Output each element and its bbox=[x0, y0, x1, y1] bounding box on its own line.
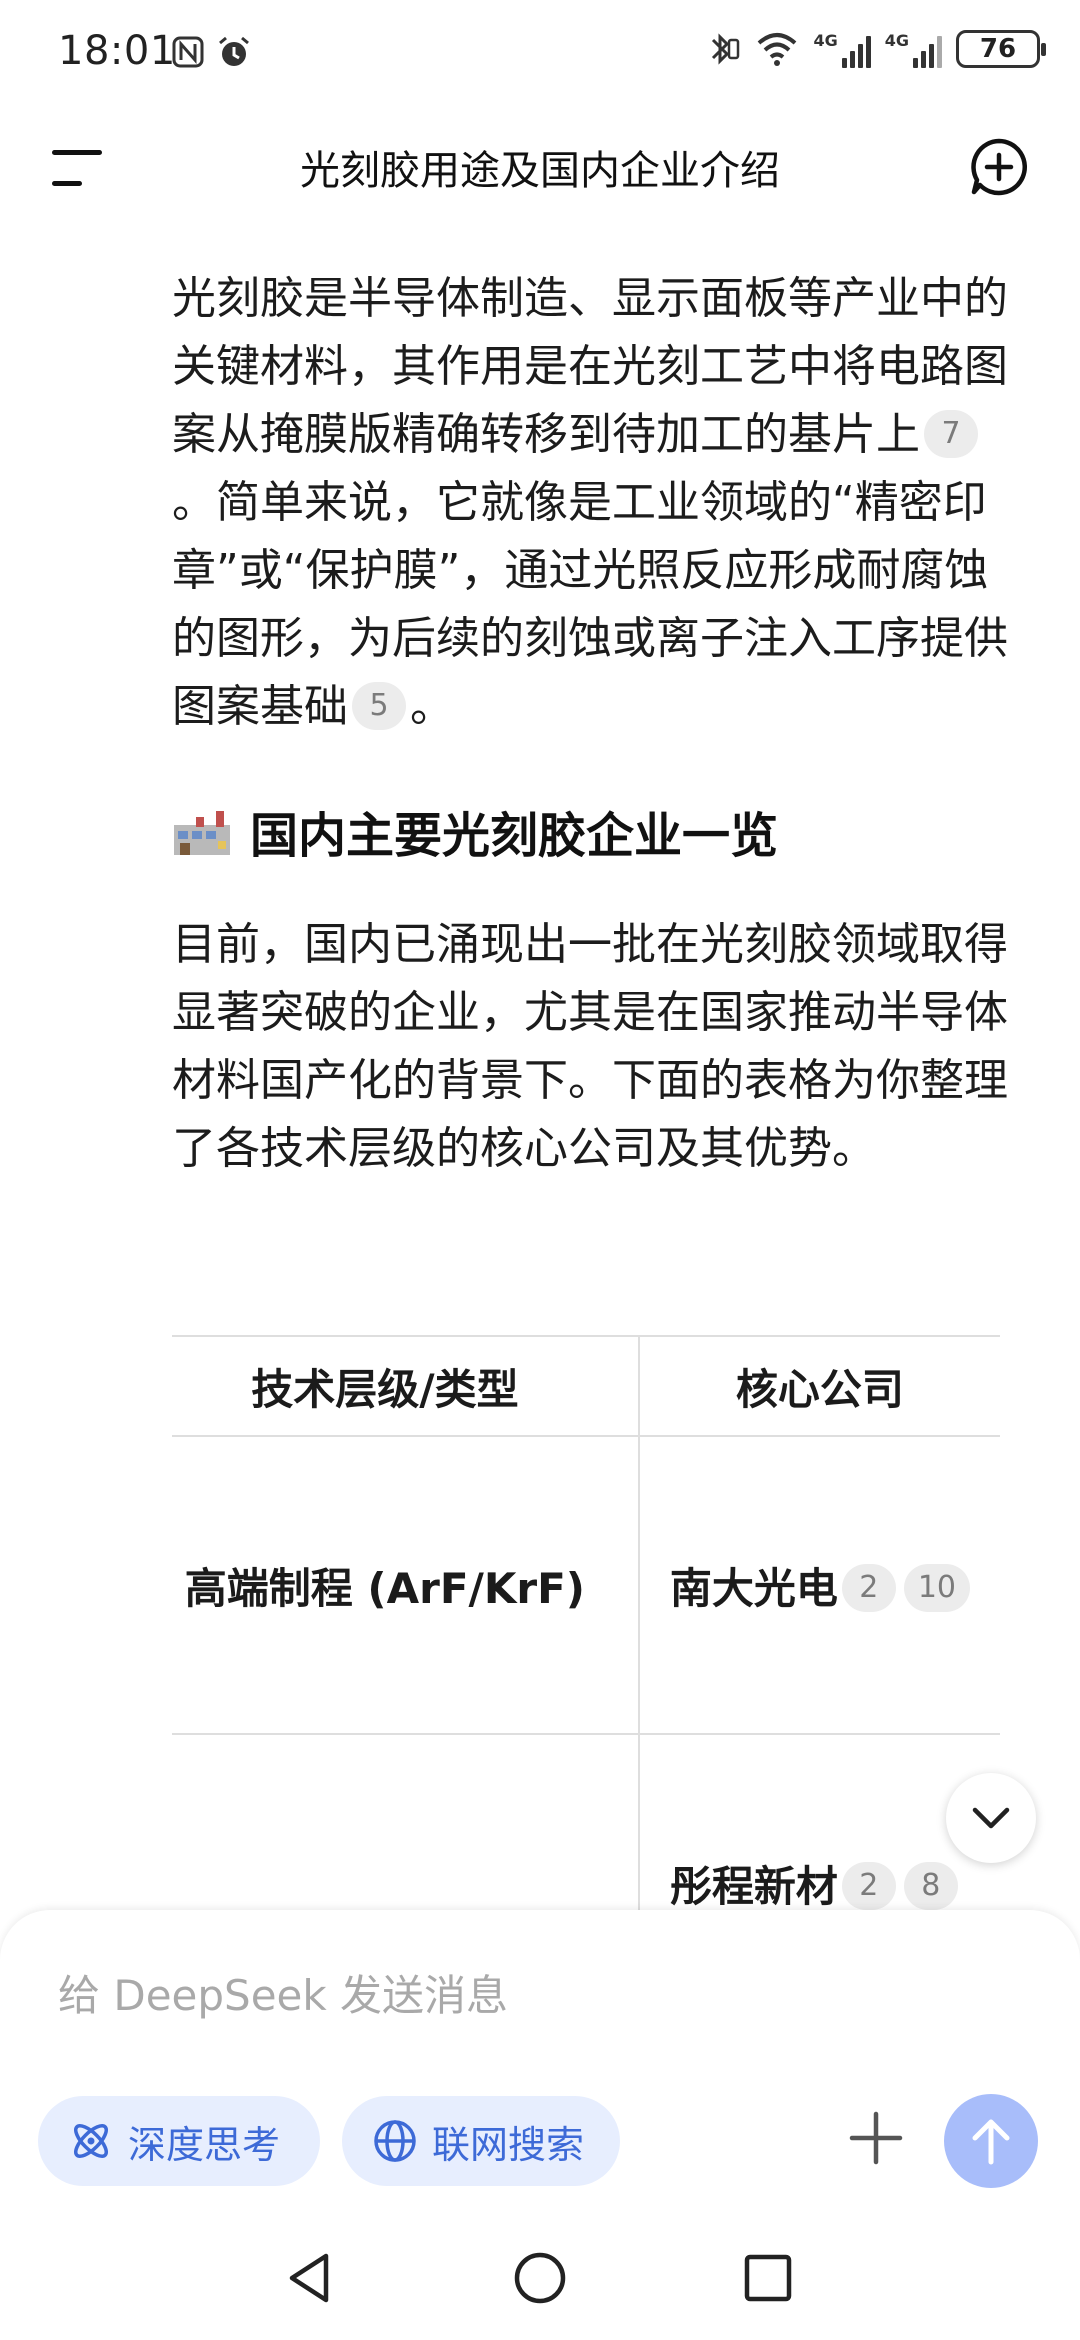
conversation-title: 光刻胶用途及国内企业介绍 bbox=[300, 148, 780, 194]
alarm-icon bbox=[219, 36, 249, 66]
company-table-scroll[interactable]: 技术层级/类型 核心公司 高端制程 (ArF/KrF) 南大光电 2 10 彤程新材… bbox=[172, 1335, 1040, 1935]
status-time: 18:01 bbox=[58, 28, 176, 74]
deep-think-label: 深度思考 bbox=[128, 2122, 281, 2167]
table-header-cell: 技术层级/类型 bbox=[172, 1335, 639, 1436]
citation-badge[interactable]: 5 bbox=[352, 682, 406, 730]
recents-square-icon[interactable] bbox=[738, 2248, 798, 2308]
home-circle-icon[interactable] bbox=[510, 2248, 570, 2308]
table-cell-company: 彤程新材 2 8 bbox=[637, 1733, 1000, 1935]
new-chat-icon[interactable] bbox=[968, 136, 1030, 198]
citation-badge[interactable]: 7 bbox=[924, 410, 978, 458]
intro-paragraph: 光刻胶是半导体制造、显示面板等产业中的关键材料，其作用是在光刻工艺中将电路图案从… bbox=[172, 273, 1008, 732]
table-row: 彤程新材 2 8 bbox=[172, 1733, 1000, 1935]
status-bar: 18:01 4G 4G 76 bbox=[0, 0, 1080, 110]
status-left-icons bbox=[170, 34, 252, 70]
chevron-down-icon bbox=[972, 1807, 1010, 1829]
citation-badge[interactable]: 2 bbox=[841, 1563, 896, 1612]
citation-badge[interactable]: 2 bbox=[841, 1862, 896, 1910]
message-input[interactable]: 给 DeepSeek 发送消息 bbox=[58, 1962, 508, 2023]
section-paragraph: 目前，国内已涌现出一批在光刻胶领域取得显著突破的企业，尤其是在国家推动半导体材料… bbox=[172, 919, 1008, 1174]
web-search-label: 联网搜索 bbox=[432, 2122, 585, 2167]
company-table: 技术层级/类型 核心公司 高端制程 (ArF/KrF) 南大光电 2 10 彤程新材… bbox=[172, 1335, 1000, 1935]
add-attachment-button[interactable] bbox=[848, 2110, 904, 2166]
table-header-cell: 核心公司 bbox=[637, 1335, 1000, 1436]
scroll-to-bottom-button[interactable] bbox=[946, 1773, 1036, 1863]
arrow-up-icon bbox=[972, 2119, 1010, 2165]
message-content: 光刻胶是半导体制造、显示面板等产业中的关键材料，其作用是在光刻工艺中将电路图案从… bbox=[172, 265, 1012, 1183]
signal-4g-icon: 4G bbox=[885, 31, 942, 68]
system-nav-bar bbox=[0, 2220, 1080, 2340]
back-triangle-icon[interactable] bbox=[280, 2248, 340, 2308]
table-header-row: 技术层级/类型 核心公司 bbox=[172, 1335, 1000, 1436]
status-right: 4G 4G 76 bbox=[707, 30, 1046, 68]
app-header: 光刻胶用途及国内企业介绍 bbox=[0, 110, 1080, 220]
web-search-toggle[interactable]: 联网搜索 bbox=[342, 2096, 620, 2186]
battery-level: 76 bbox=[979, 34, 1017, 64]
table-cell-tier bbox=[172, 1733, 639, 1935]
citation-badge[interactable]: 8 bbox=[903, 1862, 958, 1910]
signal-4g-icon: 4G bbox=[813, 31, 871, 68]
deep-think-toggle[interactable]: 深度思考 bbox=[38, 2096, 320, 2186]
wifi-icon bbox=[758, 33, 797, 66]
globe-icon bbox=[374, 2120, 416, 2162]
factory-icon bbox=[174, 811, 230, 855]
send-button[interactable] bbox=[944, 2094, 1038, 2188]
nfc-icon bbox=[172, 36, 204, 68]
table-cell-tier: 高端制程 (ArF/KrF) bbox=[172, 1435, 639, 1734]
bluetooth-vibrate-icon bbox=[712, 33, 740, 65]
battery-icon: 76 bbox=[956, 30, 1046, 68]
table-row: 高端制程 (ArF/KrF) 南大光电 2 10 bbox=[172, 1435, 1000, 1734]
table-cell-company: 南大光电 2 10 bbox=[637, 1435, 1000, 1734]
section-heading: 国内主要光刻胶企业一览 bbox=[172, 791, 1012, 871]
citation-badge[interactable]: 10 bbox=[903, 1563, 971, 1612]
atom-icon bbox=[74, 2124, 108, 2158]
